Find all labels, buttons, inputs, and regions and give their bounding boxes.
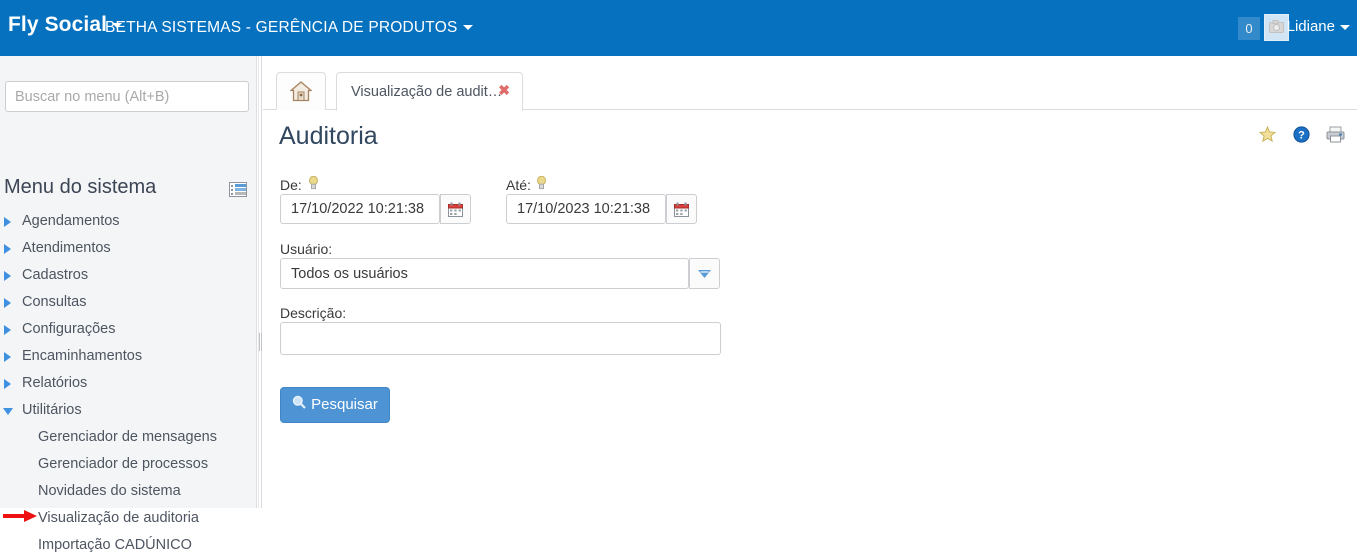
chevron-right-icon (4, 298, 11, 308)
top-navigation-bar: Fly Social BETHA SISTEMAS - GERÊNCIA DE … (0, 0, 1357, 56)
sidebar-item-label: Configurações (22, 321, 116, 337)
user-dropdown-button[interactable] (689, 258, 720, 289)
hint-bulb-icon[interactable] (537, 176, 546, 190)
user-menu[interactable]: Lidiane (1287, 18, 1335, 35)
sidebar-item-encaminhamentos[interactable]: Encaminhamentos (0, 343, 257, 370)
brand-label: Fly Social (8, 13, 108, 36)
organization-selector[interactable]: BETHA SISTEMAS - GERÊNCIA DE PRODUTOS (105, 19, 473, 37)
sidebar-item-consultas[interactable]: Consultas (0, 289, 257, 316)
magnifier-icon (292, 388, 306, 422)
hint-bulb-icon[interactable] (309, 176, 318, 190)
calendar-from-button[interactable] (440, 194, 471, 224)
main-content: Visualização de audit… ✖ Auditoria ? De:… (263, 56, 1357, 508)
sidebar-item-novidades-do-sistema[interactable]: Novidades do sistema (0, 478, 257, 505)
sidebar-splitter-grip[interactable] (259, 333, 262, 351)
label-ate: Até: (506, 177, 531, 193)
avatar[interactable] (1264, 14, 1289, 41)
sidebar-item-label: Agendamentos (22, 213, 120, 229)
chevron-right-icon (4, 271, 11, 281)
print-icon[interactable] (1326, 126, 1345, 148)
favorite-star-icon[interactable] (1258, 125, 1277, 148)
organization-label: BETHA SISTEMAS - GERÊNCIA DE PRODUTOS (105, 19, 458, 36)
user-select-input[interactable] (280, 258, 689, 289)
sidebar-item-label: Atendimentos (22, 240, 111, 256)
sidebar-title: Menu do sistema (4, 176, 157, 198)
sidebar-item-label: Encaminhamentos (22, 348, 143, 364)
sidebar-item-agendamentos[interactable]: Agendamentos (0, 208, 257, 235)
date-from-input[interactable] (280, 194, 440, 224)
sidebar-item-cadastros[interactable]: Cadastros (0, 262, 257, 289)
search-input[interactable] (5, 81, 249, 112)
sidebar-item-relatorios[interactable]: Relatórios (0, 370, 257, 397)
sidebar-item-label: Visualização de auditoria (38, 510, 199, 526)
label-descricao: Descrição: (280, 305, 347, 321)
chevron-down-icon[interactable] (1340, 25, 1350, 30)
label-usuario: Usuário: (280, 241, 333, 257)
close-icon[interactable]: ✖ (498, 83, 510, 97)
sidebar: Menu do sistema Agendamentos Atendimento… (0, 56, 257, 553)
sidebar-item-label: Relatórios (22, 375, 88, 391)
svg-text:?: ? (1298, 130, 1305, 142)
chevron-down-icon (3, 408, 13, 415)
sidebar-item-utilitarios[interactable]: Utilitários (0, 397, 257, 424)
username-label: Lidiane (1286, 18, 1335, 35)
sidebar-item-atendimentos[interactable]: Atendimentos (0, 235, 257, 262)
sidebar-item-label: Importação CADÚNICO (38, 537, 192, 553)
chevron-right-icon (4, 352, 11, 362)
tab-visualizacao-de-auditoria[interactable]: Visualização de audit… ✖ (336, 72, 523, 111)
page-action-icons: ? (1247, 125, 1345, 148)
calendar-icon (674, 202, 689, 217)
tab-strip: Visualização de audit… ✖ (263, 72, 1357, 111)
menu-layout-icon[interactable] (229, 182, 247, 197)
search-button-label: Pesquisar (311, 396, 378, 413)
chevron-right-icon (4, 244, 11, 254)
sidebar-item-label: Consultas (22, 294, 87, 310)
calendar-to-button[interactable] (666, 194, 697, 224)
chevron-down-icon (698, 270, 711, 278)
sidebar-item-visualizacao-de-auditoria[interactable]: Visualização de auditoria (0, 505, 257, 532)
help-question-icon[interactable]: ? (1292, 126, 1310, 148)
date-to-input[interactable] (506, 194, 666, 224)
chevron-right-icon (4, 217, 11, 227)
tab-label: Visualização de audit… (351, 84, 503, 100)
chevron-right-icon (4, 379, 11, 389)
sidebar-item-label: Gerenciador de mensagens (38, 429, 217, 445)
sidebar-item-gerenciador-de-mensagens[interactable]: Gerenciador de mensagens (0, 424, 257, 451)
sidebar-item-importacao-cadunico[interactable]: Importação CADÚNICO (0, 532, 257, 559)
notification-badge[interactable]: 0 (1238, 17, 1260, 40)
sidebar-item-label: Novidades do sistema (38, 483, 181, 499)
sidebar-splitter[interactable] (258, 56, 262, 508)
home-icon (290, 81, 312, 102)
sidebar-item-gerenciador-de-processos[interactable]: Gerenciador de processos (0, 451, 257, 478)
chevron-right-icon (4, 325, 11, 335)
sidebar-item-configuracoes[interactable]: Configurações (0, 316, 257, 343)
tab-home[interactable] (276, 72, 326, 110)
calendar-icon (448, 202, 463, 217)
description-input[interactable] (280, 322, 721, 355)
sidebar-item-label: Utilitários (22, 402, 82, 418)
page-title: Auditoria (279, 122, 378, 150)
sidebar-item-label: Cadastros (22, 267, 89, 283)
sidebar-menu-list: Agendamentos Atendimentos Cadastros Cons… (0, 208, 257, 559)
label-de: De: (280, 177, 302, 193)
search-button[interactable]: Pesquisar (280, 387, 390, 423)
sidebar-item-label: Gerenciador de processos (38, 456, 209, 472)
avatar-photo-icon (1269, 20, 1284, 33)
chevron-down-icon (462, 25, 473, 31)
